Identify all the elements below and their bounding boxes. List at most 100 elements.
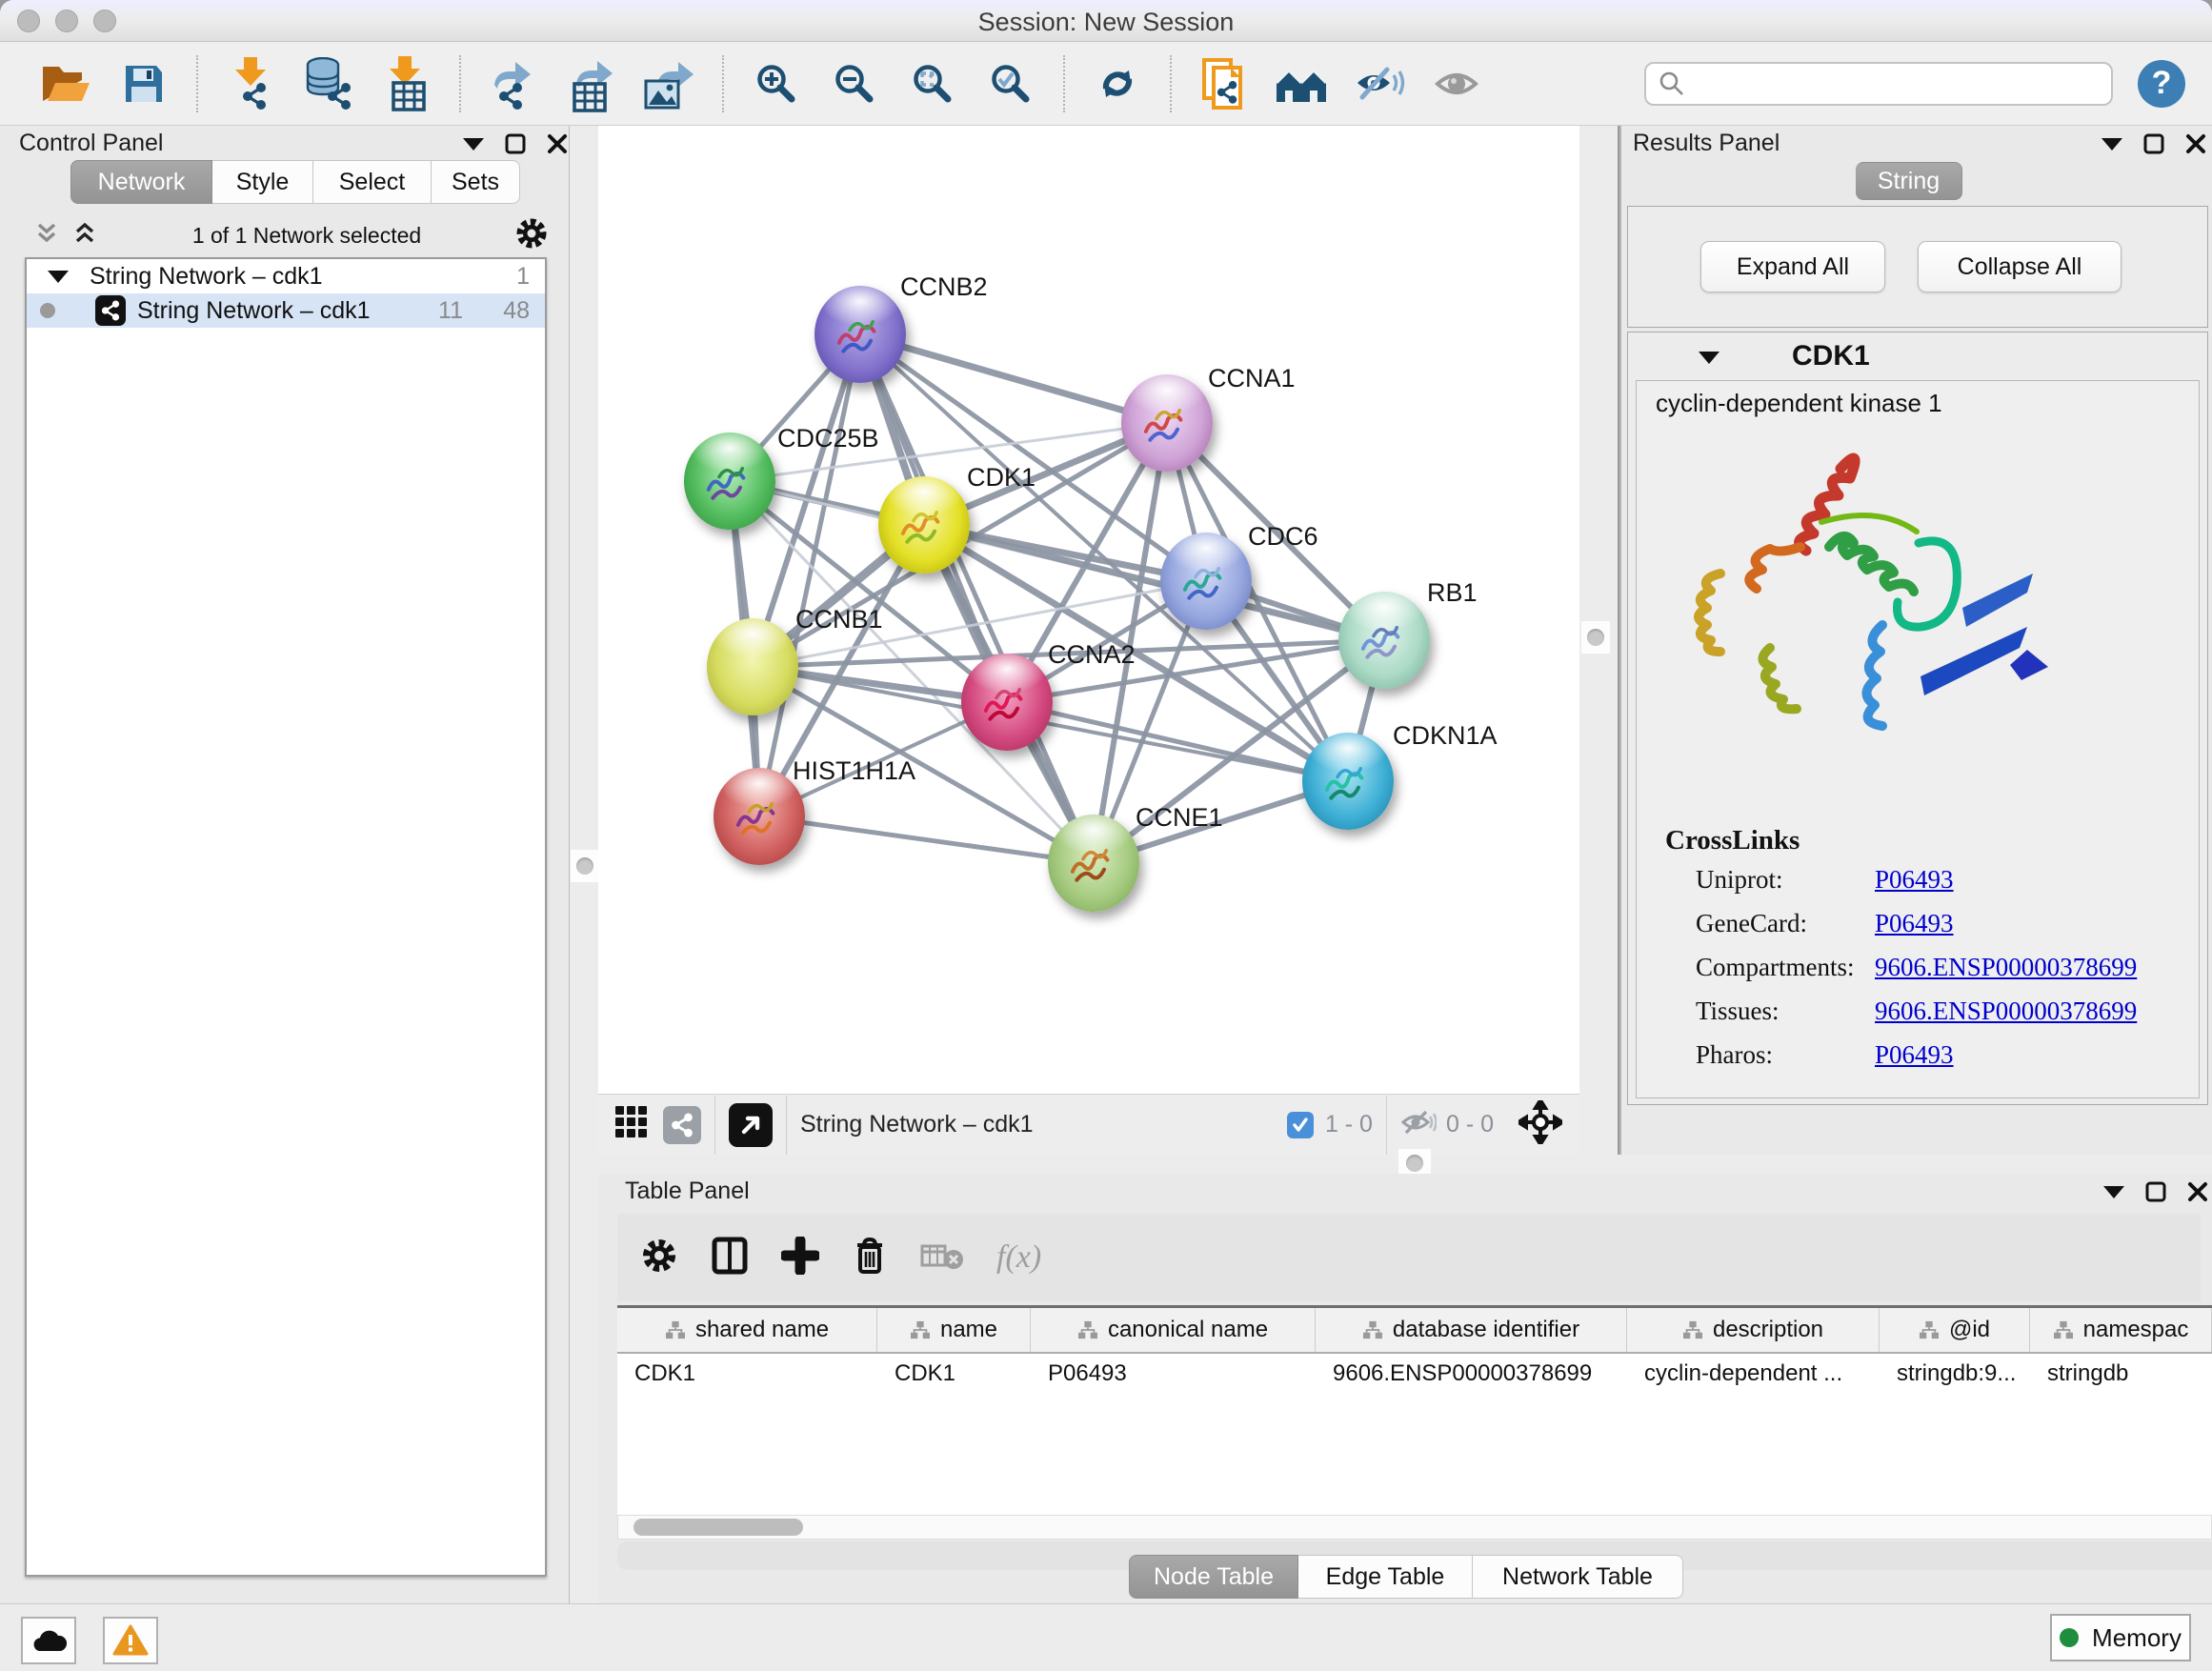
column-header-database-identifier[interactable]: database identifier <box>1316 1308 1627 1352</box>
collection-expand-icon[interactable] <box>48 271 69 283</box>
help-button[interactable]: ? <box>2138 60 2185 108</box>
network-node-hist1h1a[interactable] <box>714 768 805 865</box>
network-canvas[interactable]: CCNB2 CCNA1 CDC25B CDK1 CDC6 <box>598 126 1579 1155</box>
network-node-cdkn1a[interactable] <box>1302 733 1394 830</box>
export-table-icon[interactable] <box>562 54 621 113</box>
delete-column-icon[interactable] <box>852 1236 888 1280</box>
import-network-database-icon[interactable] <box>299 54 358 113</box>
table-tabs: Node TableEdge TableNetwork Table <box>598 1553 2212 1602</box>
results-float-icon[interactable] <box>2143 133 2164 154</box>
crosslink-link[interactable]: P06493 <box>1875 909 1954 938</box>
tab-style[interactable]: Style <box>212 160 313 204</box>
collapse-all-icon[interactable] <box>32 219 61 252</box>
gene-expand-icon[interactable] <box>1699 352 1719 364</box>
network-node-ccnb2[interactable] <box>814 286 906 383</box>
tab-network-table[interactable]: Network Table <box>1473 1555 1683 1599</box>
tab-string[interactable]: String <box>1856 162 1962 200</box>
add-column-icon[interactable] <box>781 1237 819 1279</box>
expand-all-icon[interactable] <box>70 219 99 252</box>
column-header-canonical-name[interactable]: canonical name <box>1031 1308 1316 1352</box>
column-header-shared-name[interactable]: shared name <box>617 1308 877 1352</box>
show-all-icon[interactable] <box>1429 54 1488 113</box>
refresh-icon[interactable] <box>1088 54 1147 113</box>
table-cell[interactable]: P06493 <box>1031 1356 1316 1392</box>
network-row[interactable]: String Network – cdk1 11 48 <box>27 293 545 328</box>
crosslink-link[interactable]: P06493 <box>1875 865 1954 895</box>
warning-button[interactable] <box>103 1617 158 1664</box>
crosslink-link[interactable]: 9606.ENSP00000378699 <box>1875 997 2137 1026</box>
memory-button[interactable]: Memory <box>2050 1614 2191 1661</box>
network-node-ccna1[interactable] <box>1121 374 1213 472</box>
selected-checkbox-icon[interactable] <box>1287 1112 1314 1138</box>
node-label-ccne1: CCNE1 <box>1136 803 1223 833</box>
tab-edge-table[interactable]: Edge Table <box>1298 1555 1473 1599</box>
horizontal-splitter[interactable] <box>598 1155 2212 1174</box>
table-cell[interactable]: CDK1 <box>877 1356 1031 1392</box>
close-panel-icon[interactable] <box>547 133 568 154</box>
column-header-description[interactable]: description <box>1627 1308 1880 1352</box>
zoom-selected-icon[interactable] <box>981 54 1040 113</box>
table-close-icon[interactable] <box>2187 1181 2208 1202</box>
network-view-icon[interactable] <box>663 1106 701 1144</box>
table-menu-icon[interactable] <box>2103 1186 2124 1198</box>
tab-node-table[interactable]: Node Table <box>1129 1555 1298 1599</box>
zoom-fit-icon[interactable] <box>903 54 962 113</box>
network-node-ccnb1[interactable] <box>707 618 798 715</box>
hide-selected-icon[interactable] <box>1351 54 1410 113</box>
network-node-cdc25b[interactable] <box>684 433 775 530</box>
table-settings-gear-icon[interactable] <box>640 1237 678 1279</box>
zoom-in-icon[interactable] <box>747 54 806 113</box>
expand-all-button[interactable]: Expand All <box>1700 241 1885 292</box>
import-network-file-icon[interactable] <box>221 54 280 113</box>
left-splitter-handle[interactable] <box>571 850 599 882</box>
table-cell[interactable]: cyclin-dependent ... <box>1627 1356 1880 1392</box>
network-node-rb1[interactable] <box>1338 592 1430 689</box>
table-float-icon[interactable] <box>2145 1181 2166 1202</box>
gear-icon[interactable] <box>514 216 549 255</box>
search-input[interactable] <box>1644 62 2113 106</box>
tab-network[interactable]: Network <box>70 160 212 204</box>
show-columns-icon[interactable] <box>711 1236 749 1280</box>
grid-view-icon[interactable] <box>613 1104 650 1145</box>
left-splitter[interactable] <box>571 126 598 1603</box>
network-node-cdk1[interactable] <box>878 476 970 574</box>
save-session-icon[interactable] <box>114 54 173 113</box>
tab-select[interactable]: Select <box>313 160 432 204</box>
column-header-name[interactable]: name <box>877 1308 1031 1352</box>
copy-network-icon[interactable] <box>1195 54 1254 113</box>
export-image-icon[interactable] <box>640 54 699 113</box>
table-cell[interactable]: CDK1 <box>617 1356 877 1392</box>
zoom-out-icon[interactable] <box>825 54 884 113</box>
table-row[interactable]: CDK1CDK1P064939606.ENSP00000378699cyclin… <box>617 1356 2212 1392</box>
open-file-icon[interactable] <box>36 54 95 113</box>
column-header--id[interactable]: @id <box>1880 1308 2030 1352</box>
table-cell[interactable]: stringdb:9... <box>1880 1356 2030 1392</box>
crosslink-label: Pharos: <box>1696 1040 1773 1070</box>
table-hscrollbar[interactable] <box>617 1515 2212 1540</box>
panel-menu-icon[interactable] <box>463 138 484 151</box>
crosslink-link[interactable]: 9606.ENSP00000378699 <box>1875 953 2137 982</box>
column-header-namespac[interactable]: namespac <box>2030 1308 2212 1352</box>
crosslink-link[interactable]: P06493 <box>1875 1040 1954 1070</box>
right-splitter[interactable] <box>1579 126 1619 1155</box>
right-splitter-handle[interactable] <box>1581 621 1610 654</box>
import-table-icon[interactable] <box>377 54 436 113</box>
table-cell[interactable]: 9606.ENSP00000378699 <box>1316 1356 1627 1392</box>
cloud-button[interactable] <box>21 1617 76 1664</box>
float-panel-icon[interactable] <box>505 133 526 154</box>
status-bar: Memory <box>0 1603 2212 1671</box>
results-menu-icon[interactable] <box>2101 138 2122 151</box>
network-node-ccne1[interactable] <box>1048 815 1139 912</box>
pan-crosshair-icon[interactable] <box>1518 1100 1562 1149</box>
collapse-all-button[interactable]: Collapse All <box>1918 241 2122 292</box>
export-network-icon[interactable] <box>484 54 543 113</box>
network-node-cdc6[interactable] <box>1160 533 1252 630</box>
detach-view-icon[interactable] <box>729 1103 773 1147</box>
table-hscrollbar-thumb[interactable] <box>633 1519 803 1536</box>
network-node-ccna2[interactable] <box>961 654 1053 751</box>
network-collection-row[interactable]: String Network – cdk1 1 <box>27 259 545 293</box>
first-neighbors-icon[interactable] <box>1273 54 1332 113</box>
results-close-icon[interactable] <box>2185 133 2206 154</box>
tab-sets[interactable]: Sets <box>432 160 520 204</box>
table-cell[interactable]: stringdb <box>2030 1356 2212 1392</box>
